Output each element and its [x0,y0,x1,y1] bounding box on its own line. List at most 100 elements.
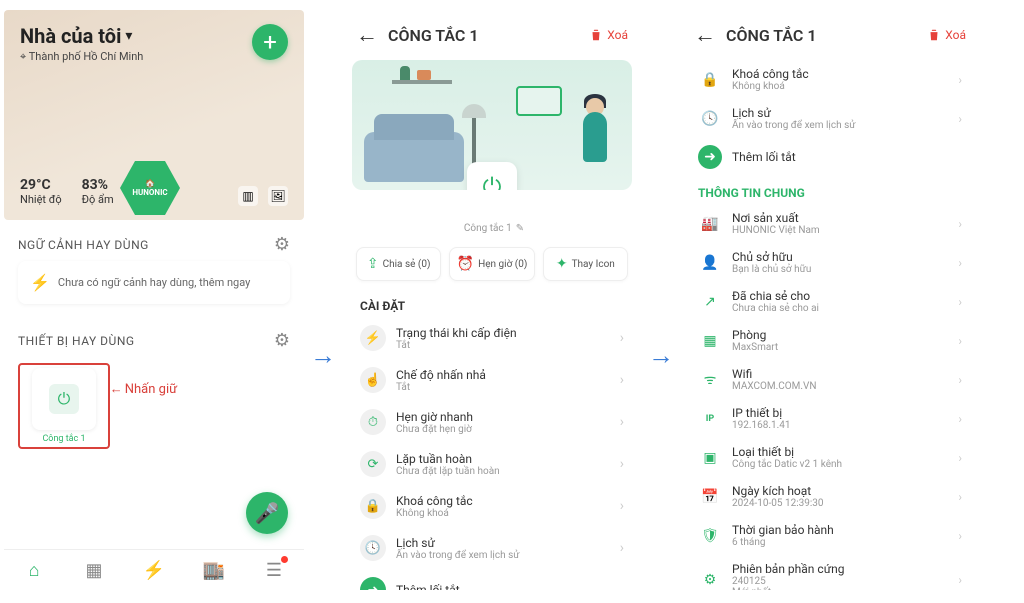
home-screen: Nhà của tôi ▾ ⌖ Thành phố Hồ Chí Minh + … [4,10,304,590]
timer-icon: ⏱ [360,409,386,435]
page-title: CÔNG TẮC 1 [388,26,579,45]
chevron-right-icon: › [958,112,962,126]
gear-icon[interactable]: ⚙ [274,330,290,351]
device-detail-screen: ← CÔNG TẮC 1 Xoá ⏻ Công tắc 1✎ ⇪Chia sẻ … [342,10,642,590]
chevron-right-icon: › [620,540,624,556]
chevron-right-icon: › [958,412,962,426]
delete-button[interactable]: Xoá [589,28,628,42]
nav-store-icon[interactable]: 🏬 [202,558,226,582]
timer-button[interactable]: ⏰Hẹn giờ (0) [449,247,534,281]
image-icon[interactable]: 🖼 [268,186,288,206]
temperature: 29°CNhiệt độ [20,177,62,206]
info-activation[interactable]: 📅Ngày kích hoạt2024-10-05 12:39:30› [688,477,972,516]
sparkle-icon: ✦ [556,256,568,272]
power-icon[interactable]: ⏻ [467,162,517,190]
add-button[interactable]: + [252,24,288,60]
gear-icon[interactable]: ⚙ [274,234,290,255]
nav-grid-icon[interactable]: ▦ [82,558,106,582]
clock-icon: ⏰ [457,256,474,272]
bolt-icon: ⚡ [30,273,50,292]
info-manufacturer[interactable]: 🏭Nơi sản xuấtHUNONIC Việt Nam› [688,204,972,243]
add-shortcut[interactable]: ➜Thêm lối tắt [688,138,972,176]
setting-repeat[interactable]: ⟳Lặp tuần hoànChưa đặt lặp tuần hoàn› [350,443,634,485]
arrow-right-icon: ➜ [360,577,386,590]
chevron-right-icon: › [620,498,624,514]
power-icon[interactable]: ⏻ [49,384,79,414]
user-icon: 👤 [698,251,722,275]
chevron-right-icon: › [620,372,624,388]
chevron-right-icon: › [958,373,962,387]
nav-home-icon[interactable]: ⌂ [22,558,46,582]
gear-icon: ⚙ [698,568,722,590]
chevron-right-icon: › [620,456,624,472]
info-warranty[interactable]: 🛡Thời gian bảo hành6 tháng› [688,516,972,555]
voice-fab[interactable]: 🎤 [246,492,288,534]
chevron-down-icon[interactable]: ▾ [125,28,132,44]
chevron-right-icon: › [958,295,962,309]
nav-bolt-icon[interactable]: ⚡ [142,558,166,582]
chevron-right-icon: › [958,256,962,270]
page-title: CÔNG TẮC 1 [726,26,917,45]
info-shared[interactable]: ↗Đã chia sẻ choChưa chia sẻ cho ai› [688,282,972,321]
setting-push-mode[interactable]: ☝Chế độ nhấn nhảTắt› [350,359,634,401]
add-scene-card[interactable]: ⚡ Chưa có ngữ cảnh hay dùng, thêm ngay [18,261,290,304]
shield-icon: 🛡 [698,524,722,548]
nav-menu-icon[interactable]: ☰ [262,558,286,582]
device-name-row[interactable]: Công tắc 1✎ [342,220,642,235]
info-owner[interactable]: 👤Chủ sở hữuBạn là chủ sở hữu› [688,243,972,282]
info-hardware[interactable]: ⚙Phiên bản phần cứng240125Mới nhất› [688,555,972,590]
brand-logo: 🏠HUNONIC [120,158,188,220]
info-room[interactable]: ▦PhòngMaxSmart› [688,321,972,360]
back-icon[interactable]: ← [694,22,716,48]
ip-icon: IP [698,407,722,431]
setting-lock[interactable]: 🔒Khoá công tắcKhông khoá› [688,60,972,99]
calendar-icon: 📅 [698,485,722,509]
change-icon-button[interactable]: ✦Thay Icon [543,247,628,281]
chevron-right-icon: › [958,334,962,348]
device-card-highlight[interactable]: ⏻ Công tắc 1 Nhấn giữ [18,363,110,449]
location-label: ⌖ Thành phố Hồ Chí Minh [20,50,288,64]
edit-icon[interactable]: ✎ [516,223,524,234]
chevron-right-icon: › [958,529,962,543]
repeat-icon: ⟳ [360,451,386,477]
chevron-right-icon: › [620,414,624,430]
longpress-hint: Nhấn giữ [110,381,177,397]
back-icon[interactable]: ← [356,22,378,48]
lock-icon: 🔒 [360,493,386,519]
wifi-icon: ᯤ [698,368,722,392]
pin-icon: ⌖ [20,50,26,63]
devices-header: THIẾT BỊ HAY DÙNG [18,334,135,348]
device-hero: ⏻ [352,60,632,190]
scenes-header: NGỮ CẢNH HAY DÙNG [18,238,149,252]
setting-power-state[interactable]: ⚡Trạng thái khi cấp điệnTắt› [350,317,634,359]
setting-history[interactable]: 🕓Lịch sửẤn vào trong để xem lịch sử› [688,99,972,138]
add-shortcut[interactable]: ➜Thêm lối tắt [350,569,634,590]
history-icon: 🕓 [698,107,722,131]
info-device-type[interactable]: ▣Loại thiết bịCông tắc Datic v2 1 kênh› [688,438,972,477]
share-icon: ↗ [698,290,722,314]
chevron-right-icon: › [958,73,962,87]
chevron-right-icon: › [958,217,962,231]
delete-button[interactable]: Xoá [927,28,966,42]
chip-icon: ▣ [698,446,722,470]
bottom-nav: ⌂ ▦ ⚡ 🏬 ☰ [4,549,304,590]
setting-history[interactable]: 🕓Lịch sửẤn vào trong để xem lịch sử› [350,527,634,569]
arrow-right-icon: ➜ [698,145,722,169]
setting-lock[interactable]: 🔒Khoá công tắcKhông khoá› [350,485,634,527]
info-ip[interactable]: IPIP thiết bị192.168.1.41› [688,399,972,438]
humidity: 83%Độ ẩm [82,177,114,206]
setting-quick-timer[interactable]: ⏱Hẹn giờ nhanhChưa đặt hẹn giờ› [350,401,634,443]
info-wifi[interactable]: ᯤWifiMAXCOM.COM.VN› [688,360,972,399]
home-title[interactable]: Nhà của tôi [20,24,121,48]
room-icon: ▦ [698,329,722,353]
unknown-icon[interactable]: ▥ [238,186,258,206]
chevron-right-icon: › [958,573,962,587]
home-hero: Nhà của tôi ▾ ⌖ Thành phố Hồ Chí Minh + … [4,10,304,220]
lock-icon: 🔒 [698,68,722,92]
tap-icon: ☝ [360,367,386,393]
device-info-screen: ← CÔNG TẮC 1 Xoá 🔒Khoá công tắcKhông kho… [680,10,980,590]
factory-icon: 🏭 [698,212,722,236]
share-icon: ⇪ [367,256,379,272]
share-button[interactable]: ⇪Chia sẻ (0) [356,247,441,281]
chevron-right-icon: › [958,490,962,504]
